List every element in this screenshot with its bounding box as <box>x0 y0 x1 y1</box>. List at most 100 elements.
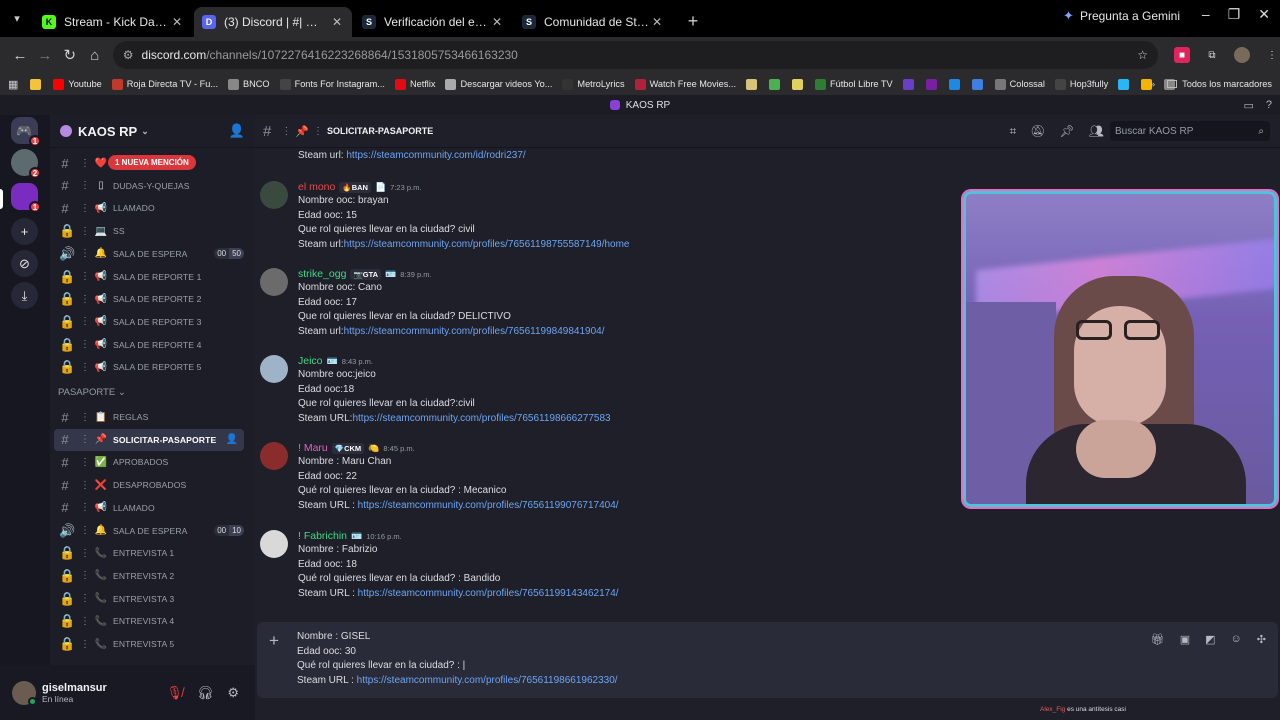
channel-item[interactable]: 🔒 ⋮ 📢 sala de reporte 2 <box>54 288 244 310</box>
bookmark[interactable] <box>902 78 918 90</box>
settings-gear-icon[interactable]: ⚙ <box>227 685 239 701</box>
avatar[interactable] <box>260 355 288 383</box>
invite-people-icon[interactable]: 👤 <box>229 123 245 139</box>
steam-link[interactable]: https://steamcommunity.com/profiles/7656… <box>357 675 618 686</box>
author-name[interactable]: strike_ogg <box>298 268 346 280</box>
bookmark[interactable] <box>746 78 761 90</box>
channel-item[interactable]: 🔒 ⋮ 📢 sala de reporte 4 <box>54 334 244 356</box>
extension-icon[interactable]: ■ <box>1174 47 1190 63</box>
channel-item[interactable]: 🔊 ⋮ 🔔 sala de espera 00 10 <box>54 520 244 542</box>
channel-item[interactable]: # ⋮ 📋 reglas <box>54 406 244 428</box>
bookmark[interactable] <box>1118 78 1133 90</box>
channel-item[interactable]: 🔊 ⋮ 🔔 sala de espera 00 50 <box>54 243 244 265</box>
emoji-icon[interactable]: ☺ <box>1231 633 1242 646</box>
channel-item[interactable]: # ⋮ ▯ dudas-y-quejas <box>54 175 244 197</box>
bookmark[interactable]: Colossal <box>994 78 1045 90</box>
profile-avatar[interactable] <box>1234 47 1250 63</box>
bookmark[interactable] <box>948 78 964 90</box>
avatar[interactable] <box>260 530 288 558</box>
channel-item[interactable]: 🔒 ⋮ 💻 ss <box>54 220 244 242</box>
user-avatar[interactable] <box>12 680 37 706</box>
author-name[interactable]: Jeico <box>298 355 323 367</box>
site-info-icon[interactable]: ⚙ <box>123 48 134 62</box>
new-tab-button[interactable]: + <box>680 8 706 34</box>
channel-item[interactable]: # ⋮ ❤️ <box>54 152 244 174</box>
inbox-icon[interactable]: ▭ <box>1243 99 1253 112</box>
attach-plus-icon[interactable]: + <box>269 631 279 651</box>
puzzle-icon[interactable]: ⧉ <box>1204 47 1220 63</box>
bookmark[interactable]: Watch Free Movies... <box>634 78 736 90</box>
author-name[interactable]: el mono <box>298 181 335 193</box>
server-icon[interactable]: 2 <box>11 149 41 179</box>
channel-item[interactable]: # ⋮ 📢 llamado <box>54 197 244 219</box>
all-bookmarks[interactable]: » Todos los marcadores <box>1150 73 1272 95</box>
invite-to-channel-icon[interactable]: 👤 <box>226 434 238 445</box>
tab-search-button[interactable]: ▾ <box>4 5 30 31</box>
browser-tab[interactable]: K Stream - Kick Dashboard✕ <box>34 7 192 37</box>
channel-item[interactable]: # ⋮ 📌 solicitar-pasaporte 👤 <box>54 428 244 451</box>
bookmark[interactable] <box>769 78 784 90</box>
bookmark[interactable]: Fonts For Instagram... <box>279 78 385 90</box>
channel-item[interactable]: 🔒 ⋮ 📞 entrevista 5 <box>54 633 244 655</box>
user-info[interactable]: giselmansur En línea <box>42 682 107 704</box>
reload-icon[interactable]: ↻ <box>58 46 82 64</box>
close-icon[interactable]: ✕ <box>1258 6 1270 23</box>
restore-icon[interactable]: ❐ <box>1228 6 1241 23</box>
search-input[interactable]: Buscar KAOS RP ⌕ <box>1110 121 1270 141</box>
bookmark[interactable] <box>925 78 941 90</box>
bookmark[interactable] <box>792 78 807 90</box>
server-kaos-icon[interactable]: 1 <box>11 183 41 213</box>
channel-item[interactable]: 🔒 ⋮ 📢 sala de reporte 3 <box>54 311 244 333</box>
apps-icon[interactable]: ▦ <box>8 78 18 91</box>
avatar[interactable] <box>260 181 288 209</box>
server-header[interactable]: KAOS RP ⌄ 👤 <box>50 115 255 148</box>
channel-item[interactable]: 🔒 ⋮ 📞 entrevista 4 <box>54 610 244 632</box>
bookmark[interactable]: Hop3fully <box>1054 78 1108 90</box>
channel-item[interactable]: 🔒 ⋮ 📞 entrevista 3 <box>54 588 244 610</box>
browser-tab[interactable]: S Comunidad de Steam :: giselm...✕ <box>514 7 672 37</box>
browser-tab[interactable]: D (3) Discord | #| 📌 | solicitar-pa✕ <box>194 7 352 37</box>
pinned-messages-icon[interactable]: 📌︎ <box>1060 124 1075 139</box>
bookmark[interactable]: MetroLyrics <box>562 78 625 90</box>
add-server-icon[interactable]: + <box>11 218 38 245</box>
direct-messages-icon[interactable]: 🎮 1 <box>11 117 41 147</box>
member-list-icon[interactable]: 👥︎ <box>1089 124 1104 139</box>
channel-item[interactable]: # ⋮ ❌ desaprobados <box>54 474 244 496</box>
gif-icon[interactable]: ▣ <box>1180 633 1190 646</box>
bookmark[interactable]: Youtube <box>53 78 102 90</box>
back-icon[interactable]: ← <box>8 47 32 64</box>
gift-icon[interactable]: 🎁︎ <box>1151 633 1165 646</box>
browser-tab[interactable]: S Verificación del email ✕ <box>354 7 512 37</box>
bookmark[interactable]: BNCO <box>228 78 270 90</box>
author-name[interactable]: ! Maru <box>298 442 328 454</box>
tab-close-icon[interactable]: ✕ <box>490 15 504 29</box>
bookmark[interactable]: Netflix <box>394 78 435 90</box>
minimize-icon[interactable]: – <box>1202 6 1210 23</box>
bookmark[interactable]: Descargar videos Yo... <box>445 78 552 90</box>
channel-item[interactable]: # ⋮ ✅ aprobados <box>54 451 244 473</box>
avatar[interactable] <box>260 442 288 470</box>
bookmark[interactable] <box>30 78 45 90</box>
gemini-button[interactable]: ✦ Pregunta a Gemini <box>1063 8 1180 24</box>
channel-item[interactable]: 🔒 ⋮ 📞 entrevista 2 <box>54 565 244 587</box>
bookmark-star-icon[interactable]: ☆ <box>1137 48 1148 62</box>
tab-close-icon[interactable]: ✕ <box>650 15 664 29</box>
category-header[interactable]: PASAPORTE ⌄ <box>58 387 126 398</box>
message-input[interactable]: + 🎁︎ ▣ ◩ ☺ ✣ Nombre : GISEL Edad ooc: 30 Q… <box>257 622 1278 698</box>
download-icon[interactable]: ⤓ <box>11 282 38 309</box>
forward-icon[interactable]: → <box>33 47 57 64</box>
channel-item[interactable]: # ⋮ 📢 llamado <box>54 497 244 519</box>
tab-close-icon[interactable]: ✕ <box>330 15 344 29</box>
bookmark[interactable]: Fútbol Libre TV <box>815 78 893 90</box>
apps-icon[interactable]: ✣ <box>1257 633 1266 646</box>
steam-link[interactable]: https://steamcommunity.com/profiles/7656… <box>344 239 630 250</box>
bookmark[interactable] <box>971 78 987 90</box>
steam-link[interactable]: https://steamcommunity.com/profiles/7656… <box>358 588 619 599</box>
help-icon[interactable]: ? <box>1266 99 1272 112</box>
url-bar[interactable]: ⚙ discord.com/channels/10722764162232688… <box>112 41 1158 69</box>
tab-close-icon[interactable]: ✕ <box>170 15 184 29</box>
home-icon[interactable]: ⌂ <box>83 47 107 64</box>
channel-item[interactable]: 🔒 ⋮ 📞 entrevista 1 <box>54 542 244 564</box>
steam-link[interactable]: https://steamcommunity.com/id/rodri237/ <box>346 150 525 161</box>
avatar[interactable] <box>260 268 288 296</box>
